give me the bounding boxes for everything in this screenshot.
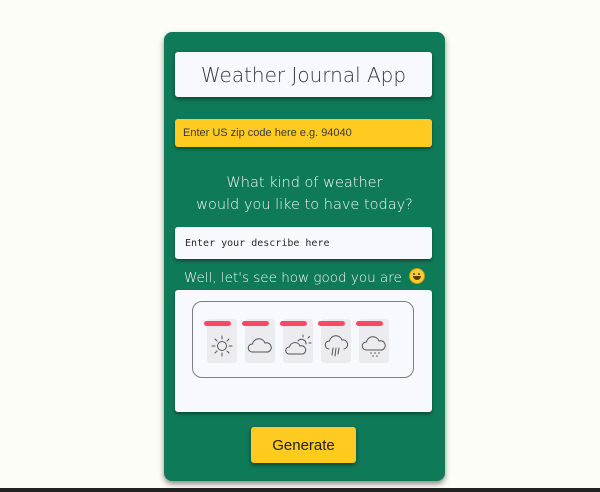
guess-label: Well, let's see how good you are — [164, 268, 445, 286]
weather-options-frame — [192, 301, 414, 378]
drizzle-cloud-icon — [361, 336, 386, 357]
option-marker — [280, 321, 307, 326]
cloud-icon — [247, 338, 272, 353]
weather-question-line-2: would you like to have today? — [196, 197, 413, 213]
weather-question: What kind of weather would you like to h… — [164, 172, 445, 216]
window-bottom-bar — [0, 488, 600, 492]
guess-label-text: Well, let's see how good you are — [183, 270, 402, 286]
generate-button[interactable]: Generate — [251, 427, 356, 463]
weather-option-cloudy[interactable] — [242, 319, 275, 363]
grinning-sweat-emoji-icon — [409, 268, 426, 284]
weather-option-partly-cloudy[interactable] — [280, 319, 313, 363]
weather-option-drizzle[interactable] — [356, 319, 389, 363]
option-marker — [318, 321, 345, 326]
weather-option-rainy[interactable] — [318, 319, 351, 363]
weather-options-panel — [175, 290, 432, 412]
sun-icon — [211, 335, 233, 357]
weather-journal-card: Weather Journal App What kind of weather… — [164, 32, 445, 481]
option-marker — [204, 321, 231, 326]
app-title: Weather Journal App — [175, 52, 432, 97]
partly-cloudy-icon — [285, 334, 312, 355]
weather-question-line-1: What kind of weather — [226, 175, 383, 191]
rain-cloud-icon — [324, 335, 349, 357]
option-marker — [356, 321, 383, 326]
weather-option-sunny[interactable] — [204, 319, 237, 363]
option-marker — [242, 321, 269, 326]
describe-input[interactable] — [175, 227, 432, 259]
zip-code-input[interactable] — [175, 119, 432, 147]
